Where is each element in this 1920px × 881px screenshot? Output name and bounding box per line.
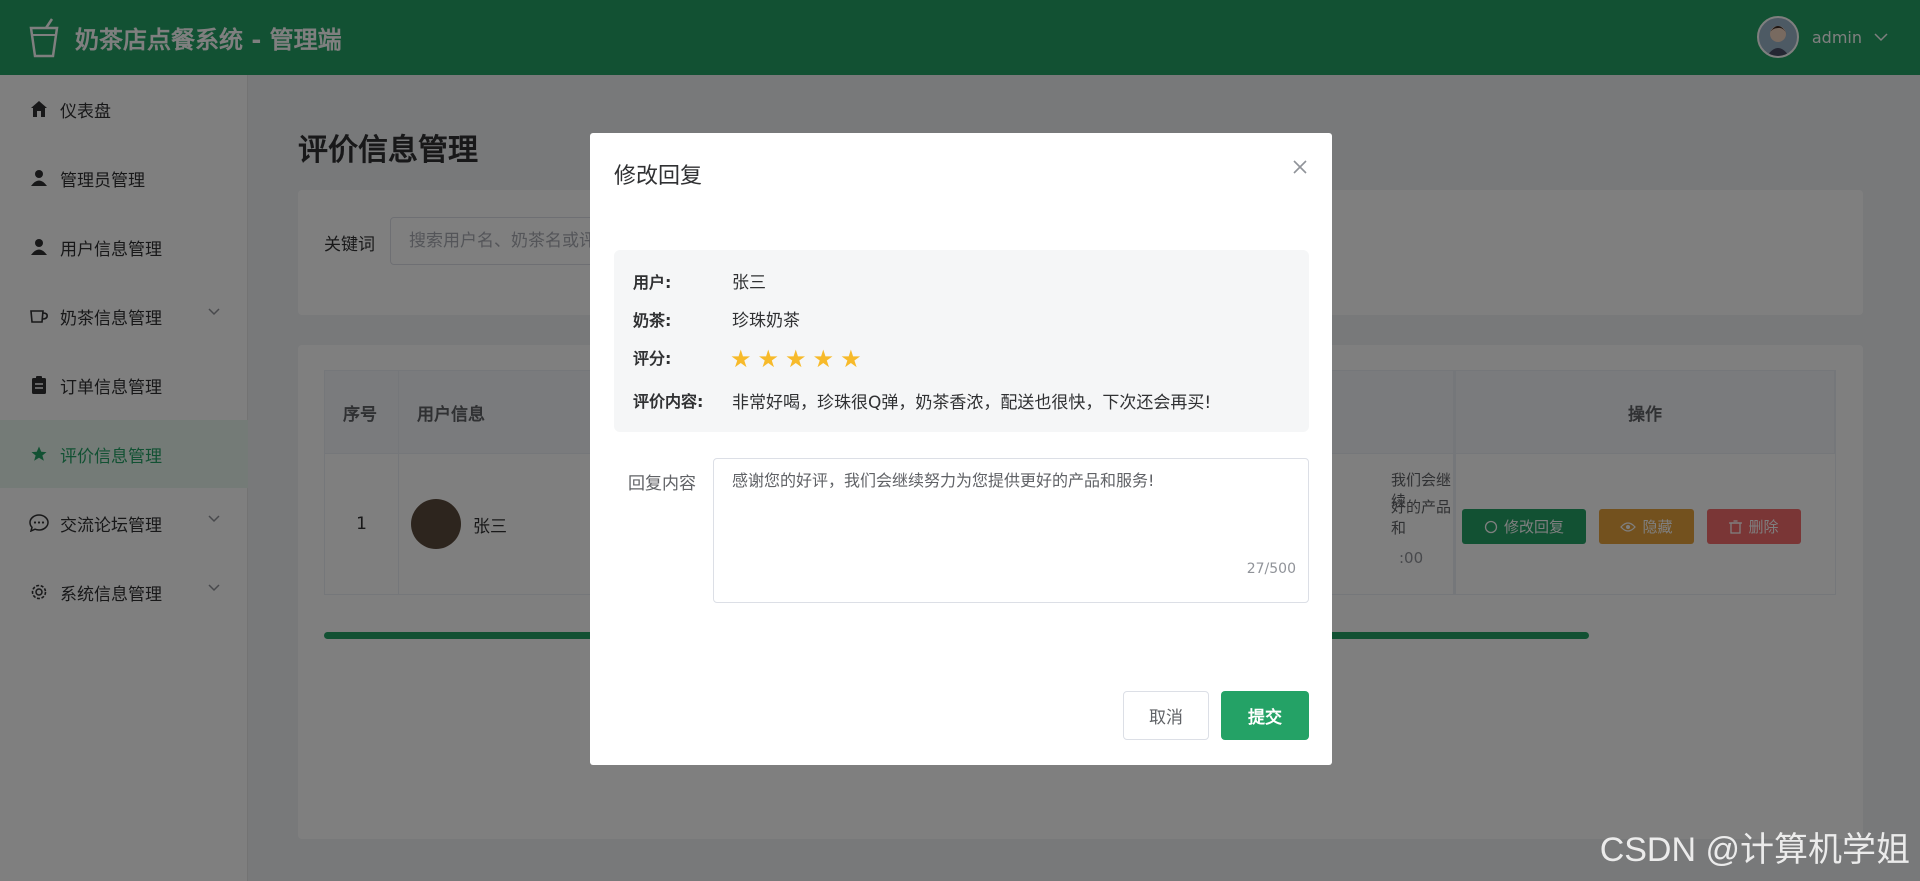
rating-label: 评分: xyxy=(633,349,672,368)
content-label: 评价内容: xyxy=(633,392,704,411)
user-value: 张三 xyxy=(732,273,766,293)
rating-stars: ★ ★ ★ ★ ★ xyxy=(730,347,868,371)
review-info-box: 用户: 张三 奶茶: 珍珠奶茶 评分: ★ ★ ★ ★ ★ 评价内容: 非常好喝… xyxy=(614,250,1309,432)
tea-label: 奶茶: xyxy=(633,311,672,330)
cancel-button[interactable]: 取消 xyxy=(1123,691,1209,740)
star-icon: ★ xyxy=(785,345,807,373)
star-icon: ★ xyxy=(730,345,752,373)
reply-textarea[interactable]: 感谢您的好评，我们会继续努力为您提供更好的产品和服务! xyxy=(713,458,1309,603)
star-icon: ★ xyxy=(757,345,780,373)
star-icon: ★ xyxy=(840,345,862,373)
watermark: CSDN @计算机学姐 xyxy=(1599,831,1910,869)
close-icon[interactable] xyxy=(1290,157,1310,177)
word-count: 27/500 xyxy=(1246,561,1296,577)
reply-label: 回复内容 xyxy=(628,474,696,494)
tea-value: 珍珠奶茶 xyxy=(732,311,800,331)
submit-button[interactable]: 提交 xyxy=(1221,691,1309,740)
edit-reply-dialog: 修改回复 用户: 张三 奶茶: 珍珠奶茶 评分: ★ ★ ★ ★ ★ 评价内容:… xyxy=(590,133,1332,765)
user-label: 用户: xyxy=(633,273,672,292)
star-icon: ★ xyxy=(812,345,835,373)
dialog-title: 修改回复 xyxy=(614,164,703,189)
content-value: 非常好喝，珍珠很Q弹，奶茶香浓，配送也很快，下次还会再买! xyxy=(732,393,1212,413)
